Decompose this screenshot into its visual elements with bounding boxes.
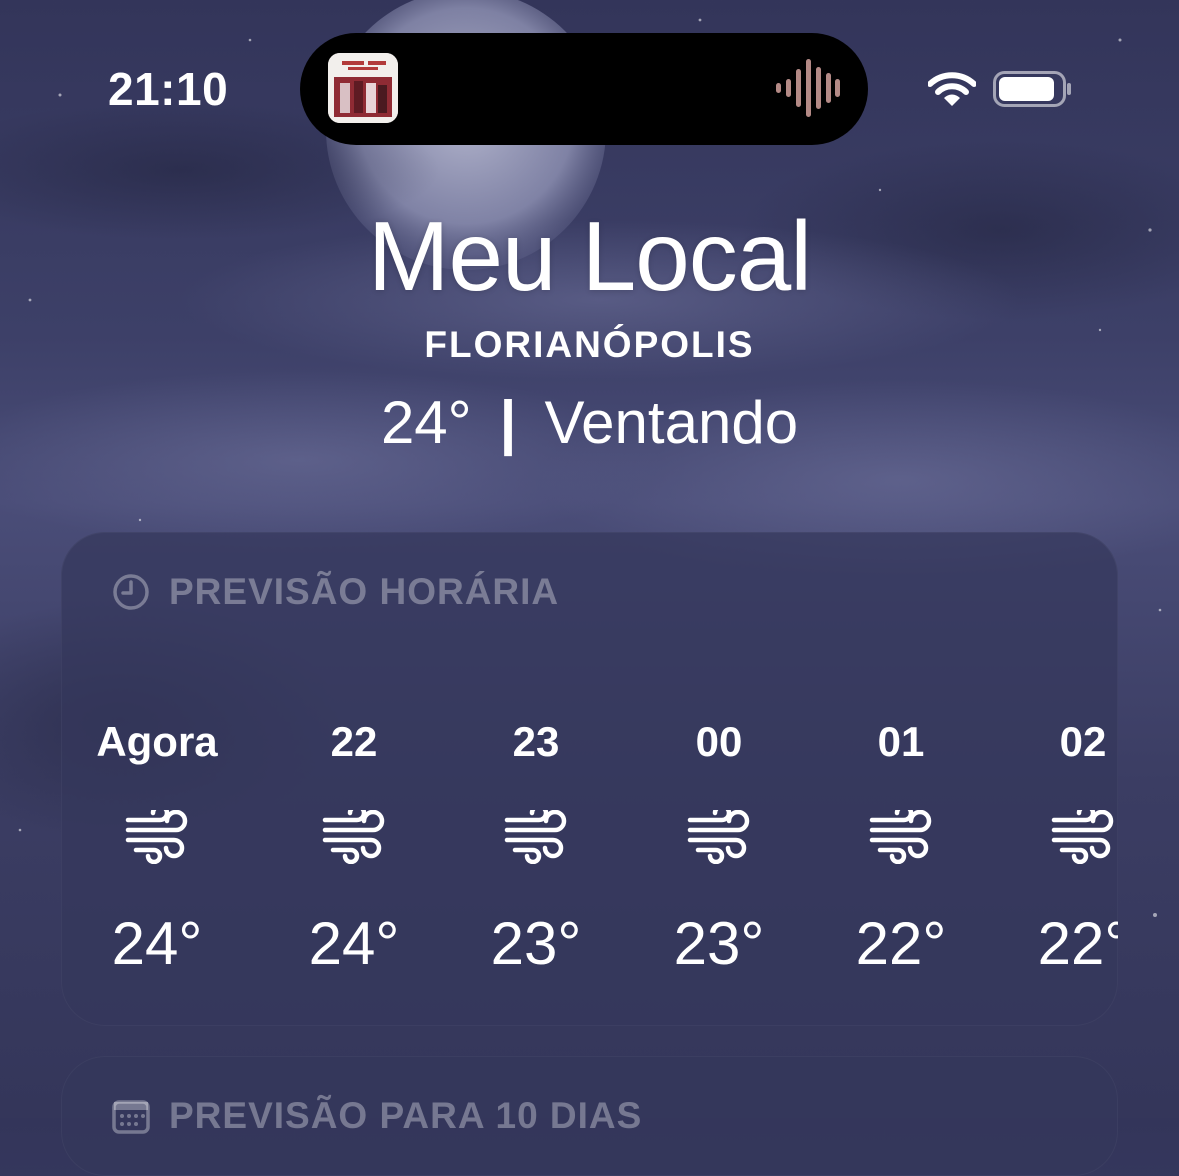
hour-temperature: 22° — [855, 910, 947, 977]
hour-item-22[interactable]: 22 24° — [264, 712, 444, 984]
wind-icon — [869, 810, 932, 864]
hour-label: 01 — [877, 718, 925, 765]
hour-item-23[interactable]: 23 23° — [446, 712, 626, 984]
clock-icon — [113, 574, 149, 610]
hour-label: 22 — [330, 718, 378, 765]
wind-icon — [125, 810, 188, 864]
current-temperature: 24° — [380, 389, 472, 456]
hour-label: 00 — [695, 718, 743, 765]
status-bar-time: 21:10 — [108, 63, 229, 115]
current-summary: 24° | Ventando — [0, 388, 1179, 457]
hour-item-02[interactable]: 02 22° — [993, 712, 1118, 984]
wifi-icon — [928, 72, 976, 106]
wind-icon — [687, 810, 750, 864]
hour-temperature: 23° — [673, 910, 765, 977]
hour-label: 23 — [512, 718, 560, 765]
city-name: FLORIANÓPOLIS — [424, 324, 755, 365]
album-art[interactable] — [328, 53, 398, 123]
hourly-forecast-header: PREVISÃO HORÁRIA — [111, 567, 559, 617]
summary-separator: | — [499, 389, 517, 456]
hour-item-00[interactable]: 00 23° — [629, 712, 809, 984]
wind-icon — [322, 810, 385, 864]
hourly-forecast-card[interactable]: PREVISÃO HORÁRIA Agora 24° 22 24° 23 23°… — [61, 532, 1118, 1026]
location-title: Meu Local — [367, 201, 812, 311]
hour-item-now[interactable]: Agora 24° — [67, 712, 247, 984]
dynamic-island-now-playing[interactable] — [300, 33, 868, 145]
hour-label: 02 — [1059, 718, 1107, 765]
daily-forecast-title: PREVISÃO PARA 10 DIAS — [169, 1095, 643, 1136]
waveform-icon — [776, 59, 840, 117]
daily-forecast-header: PREVISÃO PARA 10 DIAS — [111, 1091, 642, 1141]
hour-temperature: 24° — [111, 910, 203, 977]
hour-temperature: 24° — [308, 910, 400, 977]
calendar-icon — [112, 1100, 150, 1134]
hour-temperature: 23° — [490, 910, 582, 977]
wind-icon — [504, 810, 567, 864]
hourly-forecast-title: PREVISÃO HORÁRIA — [169, 571, 560, 612]
hourly-forecast-list[interactable]: Agora 24° 22 24° 23 23° 00 23° 01 22° 02… — [61, 712, 1118, 992]
battery-icon — [993, 71, 1071, 107]
hour-item-01[interactable]: 01 22° — [811, 712, 991, 984]
wind-icon — [1051, 810, 1114, 864]
daily-forecast-card[interactable]: PREVISÃO PARA 10 DIAS — [61, 1056, 1118, 1176]
current-condition: Ventando — [544, 389, 799, 456]
hour-label: Agora — [96, 718, 218, 765]
hour-temperature: 22° — [1037, 910, 1118, 977]
